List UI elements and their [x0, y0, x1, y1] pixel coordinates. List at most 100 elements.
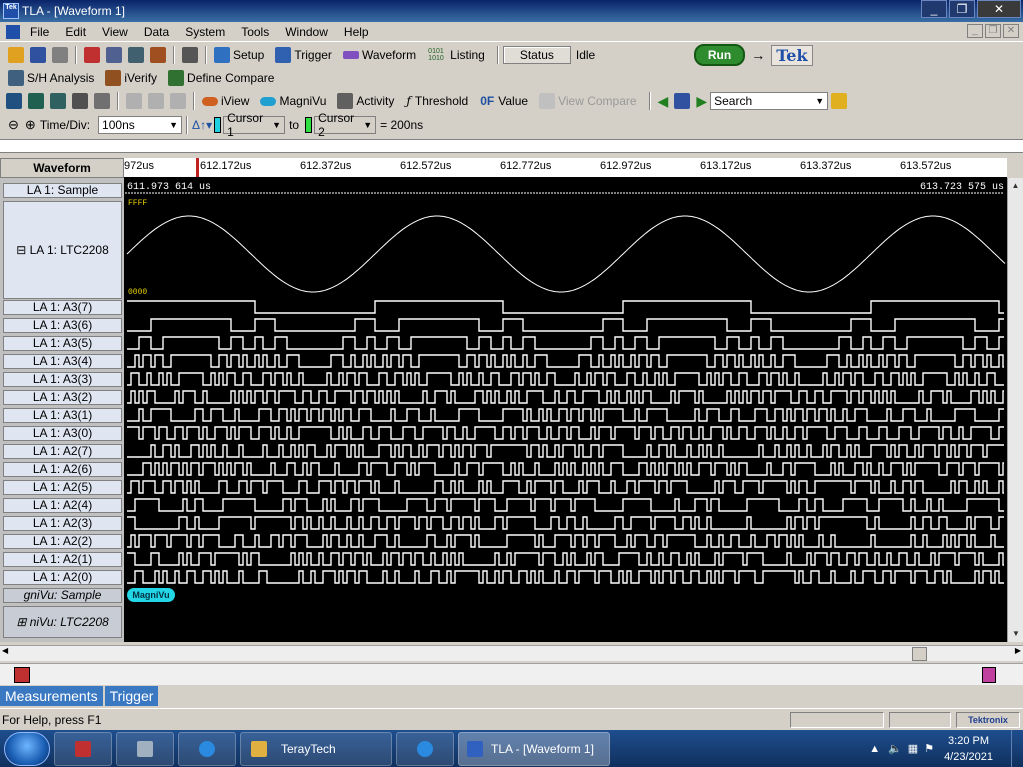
channel-label[interactable]: LA 1: A2(0): [3, 570, 122, 585]
scroll-thumb[interactable]: [912, 647, 927, 661]
copy-icon[interactable]: [148, 93, 164, 109]
menu-help[interactable]: Help: [336, 25, 377, 39]
mdi-restore-button[interactable]: ❐: [985, 24, 1001, 38]
paste-icon[interactable]: [170, 93, 186, 109]
channel-label[interactable]: LA 1: A3(0): [3, 426, 122, 441]
delta-cursor-icon[interactable]: Δ↑▾: [192, 118, 212, 132]
expand-icon[interactable]: ⊞: [16, 615, 29, 629]
define-compare-button[interactable]: Define Compare: [187, 71, 274, 85]
status-button[interactable]: Status: [502, 46, 571, 64]
close-button[interactable]: ✕: [977, 0, 1021, 18]
channel-label[interactable]: LA 1: A2(4): [3, 498, 122, 513]
value-button[interactable]: Value: [498, 94, 528, 108]
mdi-minimize-button[interactable]: _: [967, 24, 983, 38]
taskbar-teraytech[interactable]: TerayTech: [240, 731, 392, 766]
system-window-icon[interactable]: [84, 47, 100, 63]
menu-data[interactable]: Data: [136, 25, 177, 39]
add-channel-icon[interactable]: [28, 93, 44, 109]
cursor-marker[interactable]: [196, 158, 199, 177]
channel-label[interactable]: LA 1: A2(5): [3, 480, 122, 495]
taskbar-computer[interactable]: [116, 731, 174, 766]
channel-label[interactable]: LA 1: A2(3): [3, 516, 122, 531]
channel-label[interactable]: ⊟ LA 1: LTC2208: [3, 201, 122, 299]
channel-label[interactable]: LA 1: A3(4): [3, 354, 122, 369]
channel-label[interactable]: LA 1: A2(1): [3, 552, 122, 567]
goto-icon[interactable]: [50, 93, 66, 109]
threshold-button[interactable]: Threshold: [415, 94, 468, 108]
add-waveform-icon[interactable]: [6, 93, 22, 109]
chevron-down-icon[interactable]: ▼: [815, 96, 824, 106]
channel-label[interactable]: LA 1: A3(7): [3, 300, 122, 315]
clock[interactable]: 3:20 PM 4/23/2021: [944, 733, 993, 765]
new-window-icon[interactable]: [106, 47, 122, 63]
properties-icon[interactable]: [128, 47, 144, 63]
horizontal-scrollbar[interactable]: ◀ ▶: [0, 645, 1023, 661]
view-compare-button[interactable]: View Compare: [558, 94, 636, 108]
search-next-icon[interactable]: ▶: [696, 93, 707, 110]
channel-label[interactable]: LA 1: A2(2): [3, 534, 122, 549]
scroll-up-icon[interactable]: ▲: [1008, 178, 1023, 194]
channel-label[interactable]: LA 1: Sample: [3, 183, 122, 198]
cut-icon[interactable]: [126, 93, 142, 109]
mdi-close-button[interactable]: ✕: [1003, 24, 1019, 38]
scroll-right-icon[interactable]: ▶: [1015, 646, 1021, 655]
cursor1-combo[interactable]: Cursor 1 ▼: [223, 111, 286, 139]
channel-label[interactable]: LA 1: A3(3): [3, 372, 122, 387]
chevron-down-icon[interactable]: ▼: [169, 120, 178, 130]
cursor2-combo[interactable]: Cursor 2 ▼: [314, 111, 377, 139]
taskbar-ie-2[interactable]: [396, 731, 454, 766]
download-icon[interactable]: [150, 47, 166, 63]
collapse-icon[interactable]: ⊟: [16, 243, 29, 257]
search-prev-icon[interactable]: ◀: [658, 93, 669, 110]
chevron-down-icon[interactable]: ▼: [363, 120, 372, 130]
tek-app-icon[interactable]: Tek: [3, 3, 19, 19]
menu-view[interactable]: View: [94, 25, 136, 39]
taskbar-ie[interactable]: [178, 731, 236, 766]
taskbar-tla[interactable]: TLA - [Waveform 1]: [458, 731, 610, 766]
show-hidden-icons-icon[interactable]: ▲: [869, 743, 880, 755]
vertical-scrollbar[interactable]: ▲ ▼: [1007, 178, 1023, 642]
zoom-in-icon[interactable]: ⊕: [25, 117, 36, 133]
channel-label[interactable]: LA 1: A3(2): [3, 390, 122, 405]
listing-button[interactable]: Listing: [450, 48, 485, 62]
trigger-button[interactable]: Trigger: [294, 48, 332, 62]
tab-measurements[interactable]: Measurements: [0, 686, 105, 706]
restore-button[interactable]: ❐: [949, 0, 975, 18]
scroll-left-icon[interactable]: ◀: [2, 646, 8, 655]
start-button[interactable]: [4, 731, 50, 766]
channel-label[interactable]: LA 1: A3(5): [3, 336, 122, 351]
menu-tools[interactable]: Tools: [233, 25, 277, 39]
taskbar-snipping-tool[interactable]: [54, 731, 112, 766]
menu-system[interactable]: System: [177, 25, 233, 39]
chevron-down-icon[interactable]: ▼: [272, 120, 281, 130]
binoculars-icon[interactable]: [674, 93, 691, 109]
channel-label[interactable]: LA 1: A2(7): [3, 444, 122, 459]
waveform-display[interactable]: 611.973 614 us 613.723 575 us FFFF 0000 …: [124, 178, 1007, 642]
time-div-combo[interactable]: 100ns ▼: [98, 116, 183, 134]
sh-analysis-button[interactable]: S/H Analysis: [27, 71, 94, 85]
search-combo[interactable]: Search ▼: [710, 92, 829, 110]
open-folder-icon[interactable]: [8, 47, 24, 63]
search-options-icon[interactable]: [831, 93, 848, 109]
channel-label[interactable]: ⊞ niVu: LTC2208: [3, 606, 122, 638]
channel-label[interactable]: gniVu: Sample: [3, 588, 122, 603]
setup-button[interactable]: Setup: [233, 48, 264, 62]
document-icon[interactable]: [6, 24, 20, 39]
scroll-down-icon[interactable]: ▼: [1008, 626, 1023, 642]
waveform-button[interactable]: Waveform: [362, 48, 416, 62]
tab-trigger[interactable]: Trigger: [104, 686, 161, 706]
action-center-flag-icon[interactable]: ⚑: [924, 742, 934, 755]
end-marker-icon[interactable]: [982, 667, 996, 683]
home-marker-icon[interactable]: [14, 667, 30, 683]
iverify-button[interactable]: iVerify: [124, 71, 157, 85]
iview-button[interactable]: iView: [221, 94, 249, 108]
magnivu-button[interactable]: MagniVu: [279, 94, 326, 108]
menu-edit[interactable]: Edit: [57, 25, 94, 39]
waveform-properties-icon[interactable]: [94, 93, 110, 109]
channel-label[interactable]: LA 1: A3(1): [3, 408, 122, 423]
channel-label[interactable]: LA 1: A2(6): [3, 462, 122, 477]
run-button[interactable]: Run: [693, 44, 746, 66]
delta-time-icon[interactable]: [72, 93, 88, 109]
show-desktop-button[interactable]: [1011, 730, 1023, 767]
volume-icon[interactable]: 🔈: [888, 742, 902, 755]
